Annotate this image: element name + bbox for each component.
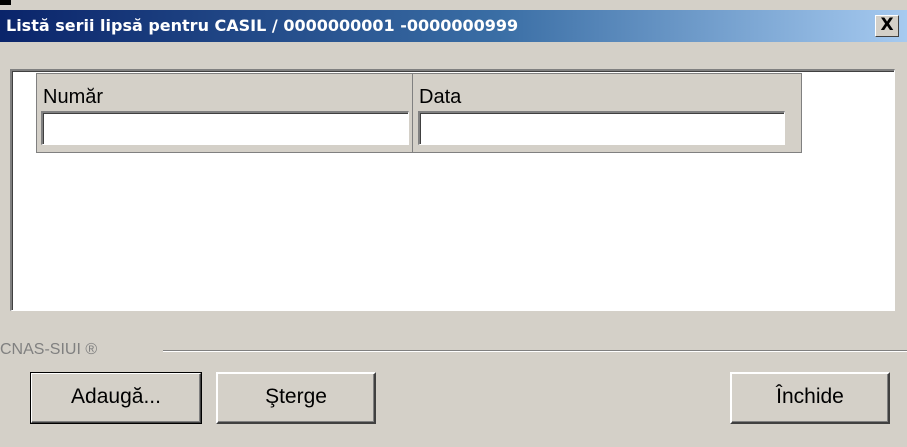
delete-button[interactable]: Şterge — [216, 372, 376, 424]
title-bar[interactable]: Listă serii lipsă pentru CASIL / 0000000… — [0, 10, 907, 42]
date-input[interactable] — [418, 111, 785, 145]
column-header-date: Data — [419, 86, 462, 108]
entry-grid: Număr Data — [36, 73, 802, 153]
top-edge — [0, 0, 907, 10]
window-title: Listă serii lipsă pentru CASIL / 0000000… — [6, 16, 519, 35]
edge-mark — [0, 0, 11, 5]
close-icon[interactable]: X — [875, 15, 899, 37]
dialog-window: Listă serii lipsă pentru CASIL / 0000000… — [0, 0, 907, 447]
add-button[interactable]: Adaugă... — [30, 372, 202, 424]
column-header-number: Număr — [43, 86, 104, 108]
brand-label: CNAS-SIUI ® — [0, 341, 98, 358]
column-date: Data — [413, 74, 801, 152]
close-button[interactable]: Închide — [730, 372, 890, 424]
number-input[interactable] — [41, 111, 409, 145]
missing-series-list[interactable]: Număr Data — [10, 69, 895, 311]
column-number: Număr — [37, 74, 413, 152]
separator — [163, 350, 907, 352]
